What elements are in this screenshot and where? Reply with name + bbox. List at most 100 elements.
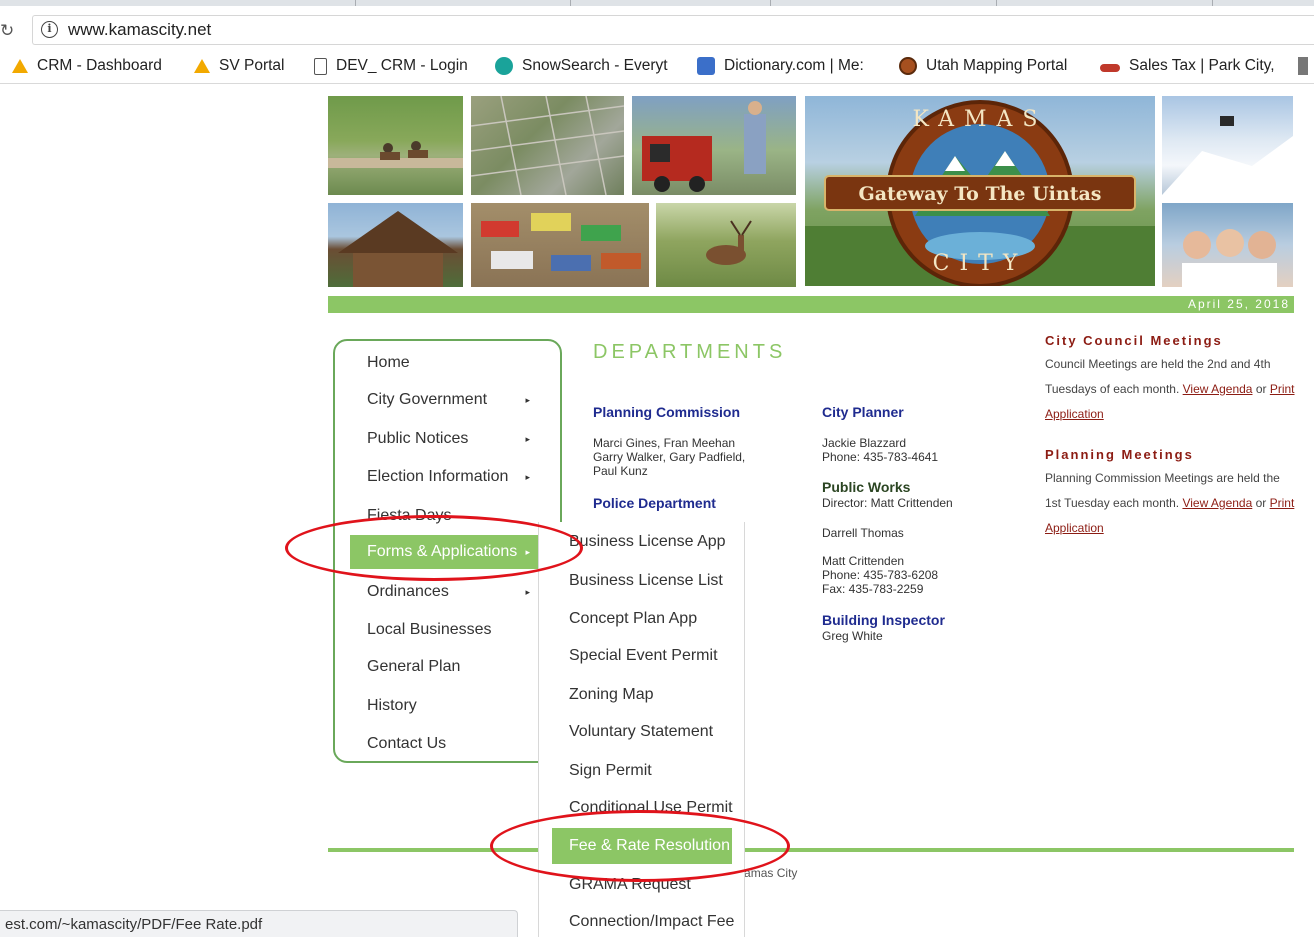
log-building-photo	[328, 203, 463, 287]
planning-meetings-text: Planning Commission Meetings are held th…	[1045, 466, 1295, 541]
bookmark-dictionary[interactable]: Dictionary.com | Me:	[697, 56, 884, 76]
or-text: or	[1255, 496, 1267, 510]
submenu-sign-permit[interactable]: Sign Permit	[552, 753, 732, 789]
public-works-staff: Darrell Thomas	[822, 526, 904, 540]
submenu-special-event-permit[interactable]: Special Event Permit	[552, 638, 732, 674]
bookmark-utah-mapping[interactable]: Utah Mapping Portal	[899, 56, 1100, 76]
council-meetings-text: Council Meetings are held the 2nd and 4t…	[1045, 352, 1295, 427]
submenu-grama-request[interactable]: GRAMA Request	[552, 867, 732, 903]
bookmark-label: Dictionary.com | Me:	[724, 57, 864, 74]
footer-divider	[328, 848, 1294, 852]
logo-tagline: Gateway To The Uintas	[858, 183, 1101, 205]
royalty-photo	[1162, 203, 1293, 287]
bookmark-dev-crm-login[interactable]: DEV_ CRM - Login	[314, 56, 482, 76]
nav-item-general-plan[interactable]: General Plan	[350, 650, 548, 684]
submenu-business-license-list[interactable]: Business License List	[552, 563, 732, 599]
planning-view-agenda-link[interactable]: View Agenda	[1182, 496, 1252, 510]
bookmark-sales-tax[interactable]: Sales Tax | Park City,	[1100, 56, 1284, 76]
aerial-town-photo	[471, 96, 624, 195]
bookmark-label: Sales Tax | Park City,	[1129, 57, 1275, 74]
info-icon[interactable]: i	[41, 21, 58, 38]
nav-item-local-businesses[interactable]: Local Businesses	[350, 613, 548, 647]
building-inspector-heading: Building Inspector	[822, 612, 945, 628]
sv-logo-icon	[194, 59, 210, 73]
nav-item-label: Public Notices	[367, 430, 469, 447]
bookmark-label: DEV_ CRM - Login	[336, 57, 468, 74]
submenu-arrow-icon: ▸	[525, 547, 530, 557]
public-works-contact: Matt Crittenden Phone: 435-783-6208 Fax:…	[822, 554, 939, 596]
bookmark-favicon-icon	[1298, 57, 1308, 75]
public-works-director: Director: Matt Crittenden	[822, 496, 953, 510]
nav-item-forms-applications[interactable]: Forms & Applications ▸	[350, 535, 548, 569]
snowsearch-icon	[495, 57, 513, 75]
dictionary-icon	[697, 57, 715, 75]
status-url: est.com/~kamascity/PDF/Fee Rate.pdf	[5, 916, 263, 933]
url-field[interactable]: i www.kamascity.net	[32, 15, 1314, 45]
submenu-voluntary-statement[interactable]: Voluntary Statement	[552, 714, 732, 750]
bookmark-crm-dashboard[interactable]: CRM - Dashboard	[12, 56, 177, 76]
nav-item-label: Election Information	[367, 468, 509, 485]
forms-submenu: Business License App Business License Li…	[538, 522, 745, 937]
submenu-arrow-icon: ▸	[525, 395, 530, 405]
nav-item-election-information[interactable]: Election Information ▸	[350, 460, 548, 494]
submenu-connection-impact-fee[interactable]: Connection/Impact Fee	[552, 904, 734, 937]
nav-item-history[interactable]: History	[350, 689, 548, 723]
submenu-business-license-app[interactable]: Business License App	[552, 524, 732, 560]
nav-item-public-notices[interactable]: Public Notices ▸	[350, 422, 548, 456]
elk-photo	[656, 203, 796, 287]
page-icon	[314, 57, 327, 75]
nav-item-label: Contact Us	[367, 735, 447, 752]
main-nav: Home City Government ▸ Public Notices ▸ El…	[333, 339, 562, 763]
council-view-agenda-link[interactable]: View Agenda	[1183, 382, 1253, 396]
nav-item-label: General Plan	[367, 658, 461, 675]
submenu-arrow-icon: ▸	[525, 587, 530, 597]
council-meetings-heading: City Council Meetings	[1045, 333, 1223, 348]
city-logo-banner: KAMAS Gateway To The Uintas CITY	[805, 96, 1155, 286]
bookmark-label: CRM - Dashboard	[37, 57, 162, 74]
link-status-bubble: est.com/~kamascity/PDF/Fee Rate.pdf	[0, 910, 518, 937]
public-works-heading: Public Works	[822, 479, 911, 495]
city-planner-heading: City Planner	[822, 404, 904, 420]
nav-item-label: Home	[367, 354, 410, 371]
planning-commission-heading: Planning Commission	[593, 404, 741, 420]
nav-item-label: Forms & Applications	[367, 543, 518, 560]
or-text: or	[1255, 382, 1267, 396]
building-inspector-name: Greg White	[822, 629, 883, 643]
logo-bottom-text: CITY	[933, 251, 1028, 276]
submenu-arrow-icon: ▸	[525, 472, 530, 482]
bookmark-label: SnowSearch - Everyt	[522, 57, 668, 74]
nav-item-city-government[interactable]: City Government ▸	[350, 383, 548, 417]
nav-item-home[interactable]: Home	[350, 346, 548, 380]
bookmark-snowsearch[interactable]: SnowSearch - Everyt	[495, 56, 679, 76]
city-planner-contact: Jackie Blazzard Phone: 435-783-4641	[822, 436, 939, 464]
nav-item-label: Ordinances	[367, 583, 449, 600]
submenu-conditional-use-permit[interactable]: Conditional Use Permit	[552, 790, 733, 826]
bookmark-overflow[interactable]	[1298, 56, 1314, 76]
date-bar: April 25, 2018	[328, 296, 1294, 313]
address-bar: ↻ i www.kamascity.net	[0, 6, 1314, 48]
bookmark-sv-portal[interactable]: SV Portal	[194, 56, 299, 76]
demolition-derby-photo	[471, 203, 649, 287]
logo-top-text: KAMAS	[913, 107, 1048, 132]
current-date: April 25, 2018	[1187, 297, 1290, 311]
planning-meetings-heading: Planning Meetings	[1045, 447, 1194, 462]
nav-item-ordinances[interactable]: Ordinances ▸	[350, 575, 548, 609]
nav-item-label: Fiesta Days	[367, 507, 452, 524]
utah-mapping-icon	[899, 57, 917, 75]
horse-riders-photo	[328, 96, 463, 195]
submenu-fee-rate-resolution[interactable]: Fee & Rate Resolution	[552, 828, 732, 864]
nav-item-fiesta-days[interactable]: Fiesta Days	[350, 499, 548, 533]
snowmobile-photo	[1162, 96, 1293, 195]
bookmark-label: Utah Mapping Portal	[926, 57, 1068, 74]
nav-item-label: History	[367, 697, 417, 714]
submenu-zoning-map[interactable]: Zoning Map	[552, 677, 732, 713]
submenu-concept-plan-app[interactable]: Concept Plan App	[552, 601, 732, 637]
crm-logo-icon	[12, 59, 28, 73]
submenu-arrow-icon: ▸	[525, 434, 530, 444]
police-heading: Police Department	[593, 495, 716, 511]
nav-item-label: Local Businesses	[367, 621, 492, 638]
reload-icon[interactable]: ↻	[0, 19, 14, 43]
nav-item-contact-us[interactable]: Contact Us	[350, 727, 548, 761]
nav-item-label: City Government	[367, 391, 488, 408]
url-text[interactable]: www.kamascity.net	[68, 20, 211, 40]
